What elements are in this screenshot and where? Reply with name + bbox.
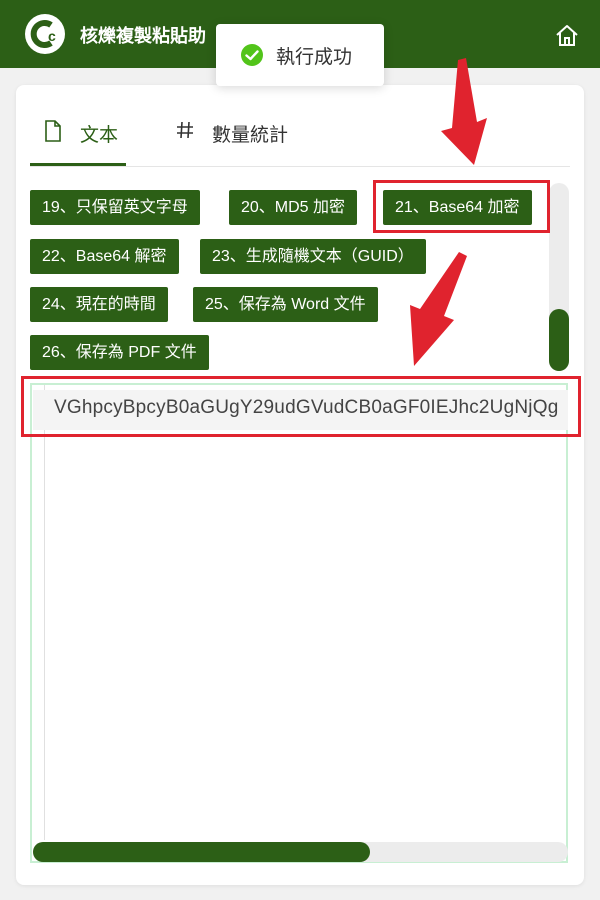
check-circle-icon [241, 44, 263, 66]
btn-save-word[interactable]: 25、保存為 Word 文件 [193, 287, 378, 322]
btn-current-time[interactable]: 24、現在的時間 [30, 287, 168, 322]
home-icon[interactable] [554, 23, 580, 49]
btn-base64-decode[interactable]: 22、Base64 解密 [30, 239, 179, 274]
file-icon [45, 120, 61, 142]
hash-icon [177, 121, 193, 139]
btn-keep-letters[interactable]: 19、只保留英文字母 [30, 190, 200, 225]
editor-hscroll-thumb[interactable] [33, 842, 370, 862]
active-tab-indicator [30, 163, 126, 166]
tab-text-label: 文本 [80, 125, 119, 146]
tab-count-stats-label: 數量統計 [212, 125, 289, 146]
editor-gutter-line [44, 385, 45, 840]
btn-generate-guid[interactable]: 23、生成隨機文本（GUID） [200, 239, 426, 274]
copy-circle-logo: c [25, 14, 65, 54]
svg-text:c: c [48, 28, 56, 44]
app-title: 核爍複製粘貼助 [80, 26, 206, 46]
btn-md5-encrypt[interactable]: 20、MD5 加密 [229, 190, 358, 225]
buttons-scrollbar-thumb[interactable] [549, 309, 569, 371]
tab-bar: 文本 數量統計 [30, 100, 570, 167]
output-text[interactable]: VGhpcyBpcyB0aGUgY29udGVudCB0aGF0IEJhc2Ug… [54, 397, 568, 423]
btn-save-pdf[interactable]: 26、保存為 PDF 文件 [30, 335, 209, 370]
success-toast: 執行成功 [216, 24, 384, 86]
btn-base64-encode[interactable]: 21、Base64 加密 [383, 190, 532, 225]
tab-text[interactable]: 文本 [44, 120, 118, 164]
text-editor[interactable] [30, 383, 568, 863]
tab-count-stats[interactable]: 數量統計 [176, 120, 288, 164]
toast-message: 執行成功 [276, 46, 353, 68]
